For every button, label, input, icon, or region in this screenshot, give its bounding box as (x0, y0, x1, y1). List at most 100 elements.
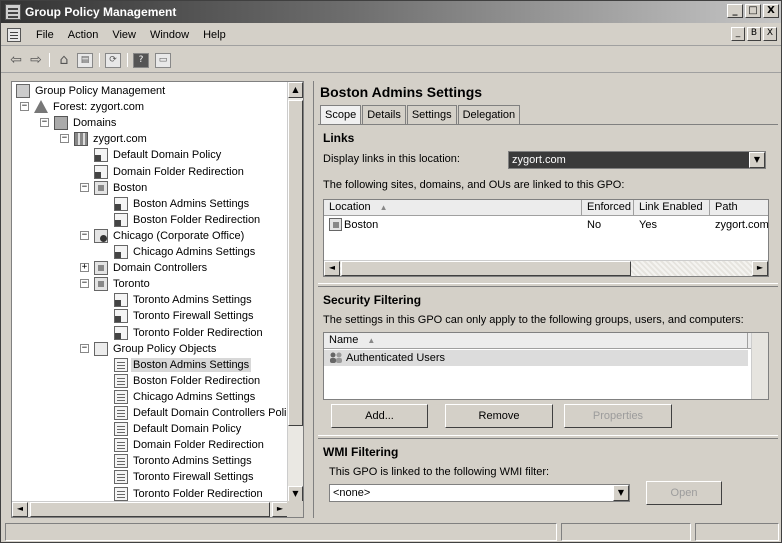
maximize-button[interactable]: □ (745, 4, 761, 18)
chevron-down-icon[interactable]: ▼ (749, 152, 765, 168)
scroll-down-icon[interactable]: ▼ (288, 486, 303, 502)
tree-node-label: Chicago (Corporate Office) (113, 229, 245, 242)
tree-node[interactable]: Domain Folder Redirection (12, 164, 288, 180)
location-dropdown[interactable]: zygort.com ▼ (508, 151, 766, 169)
menu-view[interactable]: View (105, 29, 143, 41)
console-doc-icon[interactable] (7, 28, 21, 42)
refresh-icon[interactable]: ⟳ (105, 53, 121, 68)
menu-bar: File Action View Window Help _ B X (1, 24, 781, 46)
menu-file[interactable]: File (29, 29, 61, 41)
collapse-icon[interactable]: − (60, 134, 69, 144)
show-hide-tree-icon[interactable]: ▤ (77, 53, 93, 68)
tree-node[interactable]: Boston Folder Redirection (12, 373, 288, 389)
tree-node[interactable]: Default Domain Controllers Polic (12, 405, 288, 421)
scroll-thumb[interactable] (30, 502, 270, 517)
tree-node[interactable]: Boston Admins Settings (12, 196, 288, 212)
scroll-left-icon[interactable]: ◄ (12, 502, 28, 517)
tab-scope[interactable]: Scope (320, 105, 362, 125)
column-location[interactable]: Location ▲ (324, 200, 582, 216)
forward-icon[interactable]: ⇨ (27, 52, 45, 68)
tree-node[interactable]: Default Domain Policy (12, 421, 288, 437)
scope-tab-panel: Links Display links in this location: zy… (318, 124, 778, 517)
console-tree: Group Policy Management − Forest: zygort.c… (12, 82, 288, 502)
tab-delegation[interactable]: Delegation (457, 105, 521, 124)
menu-help[interactable]: Help (196, 29, 233, 41)
tree-node[interactable]: Group Policy Management (12, 83, 288, 99)
tree-node[interactable]: − Boston (12, 180, 288, 196)
scroll-right-icon[interactable]: ► (752, 261, 768, 276)
collapse-icon[interactable]: − (80, 182, 89, 192)
wmi-filter-dropdown[interactable]: <none> ▼ (329, 484, 630, 502)
pane-splitter[interactable] (318, 435, 778, 439)
tree-node[interactable]: Toronto Folder Redirection (12, 486, 288, 502)
pane-splitter[interactable] (318, 283, 778, 287)
tree-node[interactable]: − Toronto (12, 276, 288, 292)
tree-node[interactable]: Chicago Admins Settings (12, 389, 288, 405)
properties-icon[interactable]: ▭ (155, 53, 171, 68)
gpo-icon (114, 373, 128, 388)
tree-node[interactable]: Toronto Firewall Settings (12, 469, 288, 485)
tree-node-label: Domains (73, 117, 117, 130)
mdi-restore-button[interactable]: B (747, 27, 761, 41)
minimize-button[interactable]: _ (727, 4, 743, 18)
tree-node[interactable]: − zygort.com (12, 131, 288, 147)
tree-horizontal-scrollbar[interactable]: ◄ ► (12, 501, 288, 517)
scroll-left-icon[interactable]: ◄ (324, 261, 340, 276)
title-bar[interactable]: Group Policy Management _ □ X (1, 1, 781, 23)
help-icon[interactable]: ? (133, 53, 149, 68)
mdi-close-button[interactable]: X (763, 27, 777, 41)
mdi-minimize-button[interactable]: _ (731, 27, 745, 41)
column-link-enabled[interactable]: Link Enabled (634, 200, 710, 216)
scroll-right-icon[interactable]: ► (272, 502, 288, 517)
open-button[interactable]: Open (646, 481, 722, 505)
back-icon[interactable]: ⇦ (7, 52, 25, 68)
tree-node[interactable]: Toronto Folder Redirection (12, 325, 288, 341)
tree-node[interactable]: − Forest: zygort.com (12, 99, 288, 115)
collapse-icon[interactable]: − (80, 279, 89, 289)
links-horizontal-scrollbar[interactable]: ◄ ► (324, 260, 768, 276)
tree-node[interactable]: Default Domain Policy (12, 147, 288, 163)
tree-node[interactable]: − Chicago (Corporate Office) (12, 228, 288, 244)
tree-node[interactable]: + Domain Controllers (12, 260, 288, 276)
tree-vertical-scrollbar[interactable]: ▲ ▼ (287, 82, 303, 502)
column-enforced[interactable]: Enforced (582, 200, 634, 216)
expand-icon[interactable]: + (80, 263, 89, 273)
security-vertical-scrollbar[interactable] (751, 333, 768, 399)
row-name: Authenticated Users (346, 352, 446, 364)
column-path[interactable]: Path (710, 200, 768, 216)
add-button[interactable]: Add... (331, 404, 428, 428)
tree-node[interactable]: Toronto Admins Settings (12, 292, 288, 308)
table-row[interactable]: Authenticated Users (324, 350, 748, 366)
table-row[interactable]: Boston No Yes zygort.com (324, 217, 768, 233)
app-window: Group Policy Management _ □ X File Actio… (0, 0, 782, 543)
column-name[interactable]: Name ▲ (324, 333, 748, 349)
collapse-icon[interactable]: − (20, 102, 29, 112)
users-group-icon (329, 352, 343, 364)
scroll-thumb[interactable] (341, 261, 631, 276)
scroll-up-icon[interactable]: ▲ (288, 82, 303, 98)
tree-node[interactable]: Boston Folder Redirection (12, 212, 288, 228)
tree-node[interactable]: Toronto Firewall Settings (12, 308, 288, 324)
properties-button[interactable]: Properties (564, 404, 672, 428)
row-enforced: No (587, 219, 602, 231)
tree-node[interactable]: Toronto Admins Settings (12, 453, 288, 469)
menu-action[interactable]: Action (61, 29, 106, 41)
collapse-icon[interactable]: − (40, 118, 49, 128)
chevron-down-icon[interactable]: ▼ (613, 485, 629, 501)
close-button[interactable]: X (763, 4, 779, 18)
tree-node[interactable]: − Domains (12, 115, 288, 131)
collapse-icon[interactable]: − (80, 343, 89, 353)
tree-node[interactable]: Chicago Admins Settings (12, 244, 288, 260)
tab-details[interactable]: Details (362, 105, 406, 124)
collapse-icon[interactable]: − (80, 230, 89, 240)
tab-settings[interactable]: Settings (406, 105, 457, 124)
tree-node[interactable]: Domain Folder Redirection (12, 437, 288, 453)
column-location-label: Location (329, 201, 371, 213)
tree-node[interactable]: − Group Policy Objects (12, 341, 288, 357)
scroll-thumb[interactable] (288, 100, 303, 426)
status-pane-3 (695, 523, 779, 541)
tree-node[interactable]: Boston Admins Settings (12, 357, 288, 373)
remove-button[interactable]: Remove (445, 404, 553, 428)
up-folder-icon[interactable]: ⌂ (55, 52, 73, 68)
menu-window[interactable]: Window (143, 29, 196, 41)
